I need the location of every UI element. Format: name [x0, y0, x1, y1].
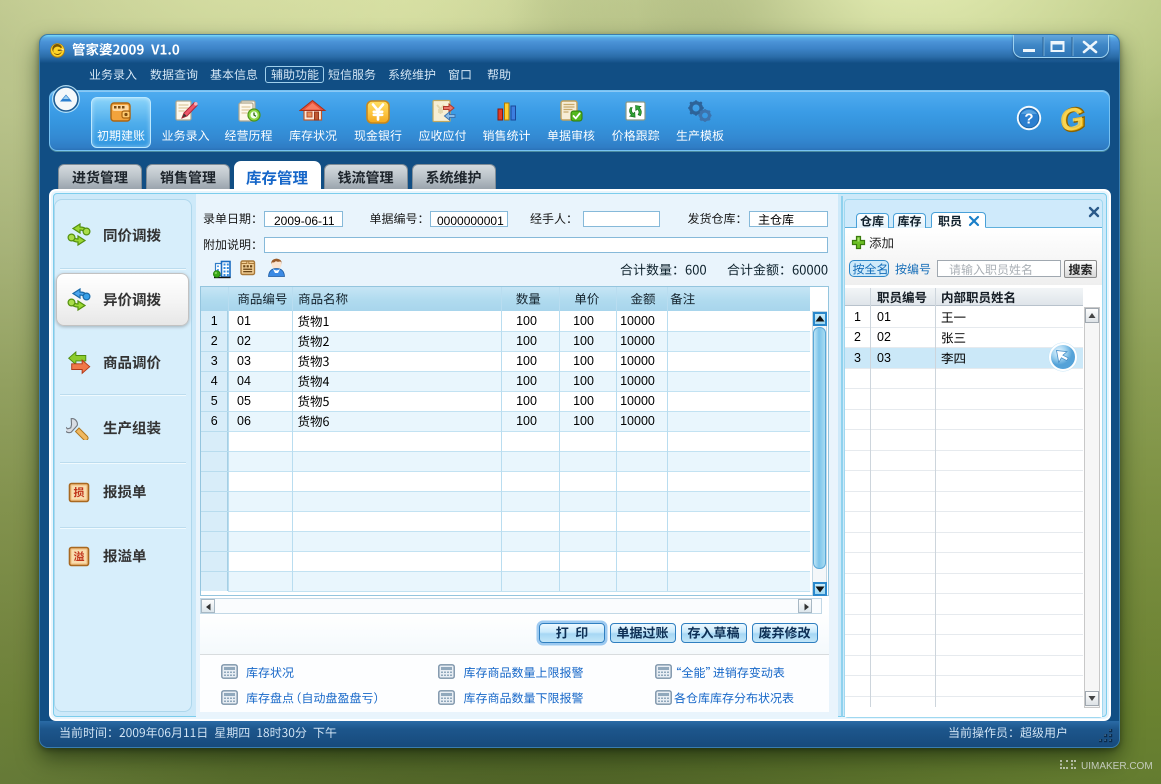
svg-text:UIMAKER.COM: UIMAKER.COM	[1081, 761, 1153, 772]
svg-text:?: ?	[1024, 111, 1033, 128]
